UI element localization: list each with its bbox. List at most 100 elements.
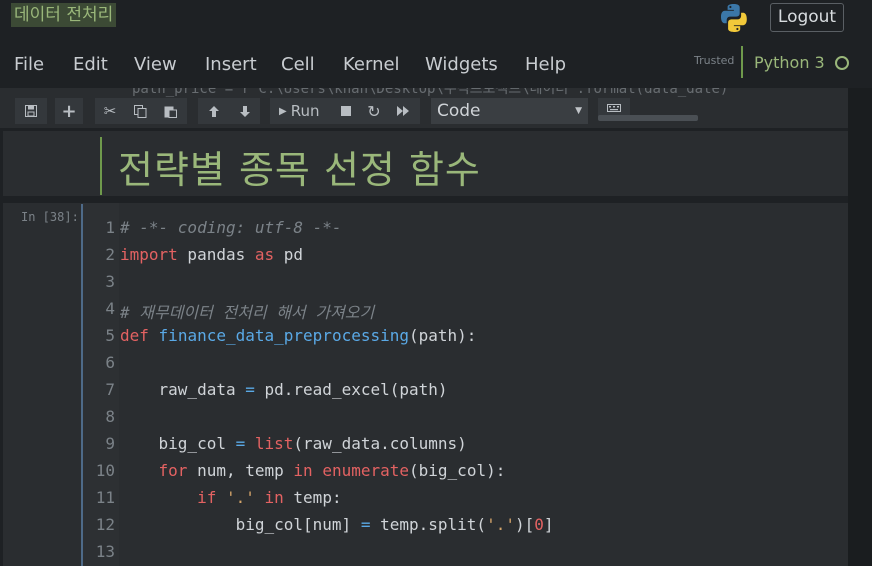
menu-view[interactable]: View bbox=[134, 54, 177, 75]
line-number: 7 bbox=[105, 380, 115, 399]
menu-help[interactable]: Help bbox=[525, 54, 566, 75]
line-number: 3 bbox=[105, 272, 115, 291]
code-token: temp.split( bbox=[370, 515, 487, 534]
right-margin bbox=[848, 88, 872, 566]
code-line: for num, temp in enumerate(big_col): bbox=[120, 461, 506, 480]
code-token: in bbox=[293, 461, 313, 480]
code-line: if '.' in temp: bbox=[120, 488, 342, 507]
run-button[interactable]: ▶ Run bbox=[270, 98, 326, 124]
line-number: 1 bbox=[105, 218, 115, 237]
code-token: import bbox=[120, 245, 178, 264]
save-icon[interactable] bbox=[15, 98, 47, 124]
code-token: finance_data_preprocessing bbox=[158, 326, 409, 345]
paste-icon[interactable] bbox=[155, 98, 185, 124]
kernel-name[interactable]: Python 3 bbox=[754, 53, 825, 72]
menu-file[interactable]: File bbox=[14, 54, 44, 75]
header: 데이터 전처리 Logout bbox=[0, 0, 872, 44]
code-token: enumerate bbox=[322, 461, 410, 480]
line-number-gutter: 1 2 3 4 5 6 7 8 9 10 11 12 13 bbox=[83, 203, 119, 566]
heading-accent-bar bbox=[100, 137, 102, 195]
restart-icon[interactable]: ↻ bbox=[360, 98, 388, 124]
code-token: list bbox=[254, 434, 294, 453]
line-number: 8 bbox=[105, 407, 115, 426]
code-token: (big_col): bbox=[409, 461, 506, 480]
trusted-indicator[interactable]: Trusted bbox=[694, 54, 734, 67]
markdown-cell[interactable]: 전략별 종목 선정 함수 bbox=[3, 131, 848, 196]
input-prompt: In [38]: bbox=[21, 210, 79, 224]
run-label: Run bbox=[290, 102, 320, 120]
kernel-idle-indicator-icon bbox=[835, 56, 849, 70]
code-line: # -*- coding: utf-8 -*- bbox=[120, 218, 342, 237]
cell-type-value: Code bbox=[437, 101, 481, 121]
save-group bbox=[15, 98, 47, 124]
copy-icon[interactable] bbox=[125, 98, 155, 124]
code-token: in bbox=[264, 488, 284, 507]
line-number: 5 bbox=[105, 326, 115, 345]
python-logo-icon bbox=[718, 2, 750, 34]
code-cell[interactable]: In [38]: 1 2 3 4 5 6 7 8 9 10 11 12 13 # -*- coding:… bbox=[3, 203, 848, 566]
code-token: )[ bbox=[514, 515, 535, 534]
arrow-up-icon[interactable] bbox=[198, 98, 229, 124]
scrolled-code-behind-toolbar: path_price = r'C:\Users\khan\Desktop\주식프… bbox=[132, 88, 729, 97]
cell-type-select[interactable]: Code ▼ bbox=[431, 98, 588, 124]
menu-kernel[interactable]: Kernel bbox=[343, 54, 400, 75]
code-line: big_col[num] = temp.split('.')[0] bbox=[120, 515, 554, 534]
code-token: (path): bbox=[409, 326, 477, 345]
code-token: big_col[num] bbox=[120, 515, 361, 534]
line-number: 4 bbox=[105, 299, 115, 318]
run-group: ▶ Run ↻ bbox=[270, 98, 420, 124]
code-token: pd.read_excel(path) bbox=[254, 380, 448, 399]
line-number: 2 bbox=[105, 245, 115, 264]
arrow-down-icon[interactable] bbox=[229, 98, 260, 124]
code-token: num, temp bbox=[187, 461, 294, 480]
chevron-down-icon: ▼ bbox=[575, 106, 582, 116]
menu-cell[interactable]: Cell bbox=[281, 54, 315, 75]
line-number: 13 bbox=[95, 542, 115, 561]
code-token: # 재무데이터 전처리 해서 가져오기 bbox=[120, 303, 375, 322]
logout-button[interactable]: Logout bbox=[770, 3, 844, 32]
code-token: (raw_data.columns) bbox=[293, 434, 467, 453]
code-token: = bbox=[245, 380, 255, 399]
code-token: for bbox=[158, 461, 188, 480]
code-token: # -*- coding: utf-8 -*- bbox=[120, 218, 342, 237]
move-group bbox=[198, 98, 260, 124]
line-number: 12 bbox=[95, 515, 115, 534]
line-number: 10 bbox=[95, 461, 115, 480]
code-token: temp: bbox=[283, 488, 342, 507]
insert-group: + bbox=[55, 98, 83, 124]
code-line: big_col = list(raw_data.columns) bbox=[120, 434, 467, 453]
cut-icon[interactable]: ✂ bbox=[95, 98, 125, 124]
toolbar-scrollbar[interactable] bbox=[598, 115, 698, 121]
code-token: 0 bbox=[534, 515, 544, 534]
code-token: '.' bbox=[225, 488, 255, 507]
code-token: big_col bbox=[120, 434, 236, 453]
menu-edit[interactable]: Edit bbox=[73, 54, 108, 75]
code-token: as bbox=[254, 245, 275, 264]
menu-widgets[interactable]: Widgets bbox=[425, 54, 498, 75]
markdown-heading: 전략별 종목 선정 함수 bbox=[118, 148, 481, 192]
fast-forward-icon[interactable] bbox=[388, 98, 418, 124]
code-token: def bbox=[120, 326, 149, 345]
code-line: import pandas as pd bbox=[120, 245, 303, 264]
play-icon: ▶ bbox=[279, 105, 287, 117]
code-token: raw_data bbox=[120, 380, 246, 399]
stop-icon[interactable] bbox=[332, 98, 360, 124]
plus-icon[interactable]: + bbox=[55, 98, 83, 124]
line-number: 9 bbox=[105, 434, 115, 453]
notebook-title[interactable]: 데이터 전처리 bbox=[11, 3, 117, 27]
clipboard-group: ✂ bbox=[95, 98, 187, 124]
line-number: 6 bbox=[105, 353, 115, 372]
code-token: if bbox=[197, 488, 217, 507]
menu-insert[interactable]: Insert bbox=[205, 54, 257, 75]
kernel-divider bbox=[741, 46, 743, 78]
code-token: = bbox=[235, 434, 246, 453]
line-number: 11 bbox=[95, 488, 115, 507]
toolbar: path_price = r'C:\Users\khan\Desktop\주식프… bbox=[0, 88, 848, 128]
